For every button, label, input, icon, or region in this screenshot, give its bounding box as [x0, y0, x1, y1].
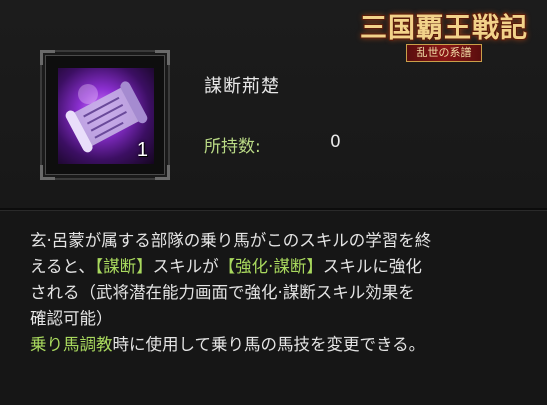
item-count: 1	[136, 139, 148, 161]
section-divider	[0, 208, 547, 211]
frame-corner	[40, 50, 55, 65]
skill-tag-boudan: 【謀断】	[94, 257, 153, 276]
skill-scroll-icon: 1	[58, 68, 154, 164]
item-icon-frame[interactable]: 1	[40, 50, 170, 180]
owned-count-value: 0	[330, 132, 341, 152]
description-line: 乗り馬調教時に使用して乗り馬の馬技を変更できる。	[30, 332, 530, 358]
description-line: される（武将潜在能力画面で強化·謀断スキル効果を	[30, 283, 415, 302]
description-text: 時に使用して乗り馬の馬技を変更できる。	[112, 335, 426, 354]
description-line: 確認可能）	[30, 309, 113, 328]
skill-tag-enhanced-boudan: 【強化·謀断】	[218, 257, 323, 276]
description-line: 玄·呂蒙が属する部隊の乗り馬がこのスキルの学習を終	[30, 231, 432, 250]
frame-corner	[40, 165, 55, 180]
logo-title: 三国覇王戦記	[360, 13, 528, 44]
game-logo: 三国覇王戦記 乱世の系譜	[356, 6, 532, 66]
description-text: えると、	[30, 257, 95, 276]
owned-count-label: 所持数:	[204, 137, 261, 157]
item-description: 玄·呂蒙が属する部隊の乗り馬がこのスキルの学習を終 えると、【謀断】スキルが【強…	[30, 228, 530, 358]
item-name: 謀断荊楚	[204, 76, 280, 97]
frame-corner	[155, 50, 170, 65]
frame-corner	[155, 165, 170, 180]
description-text: スキルに強化	[322, 257, 422, 276]
description-text: スキルが	[152, 257, 219, 276]
description-line: えると、【謀断】スキルが【強化·謀断】スキルに強化	[30, 254, 530, 280]
mount-training-tag: 乗り馬調教	[30, 335, 113, 354]
logo-subtitle: 乱世の系譜	[406, 44, 482, 62]
